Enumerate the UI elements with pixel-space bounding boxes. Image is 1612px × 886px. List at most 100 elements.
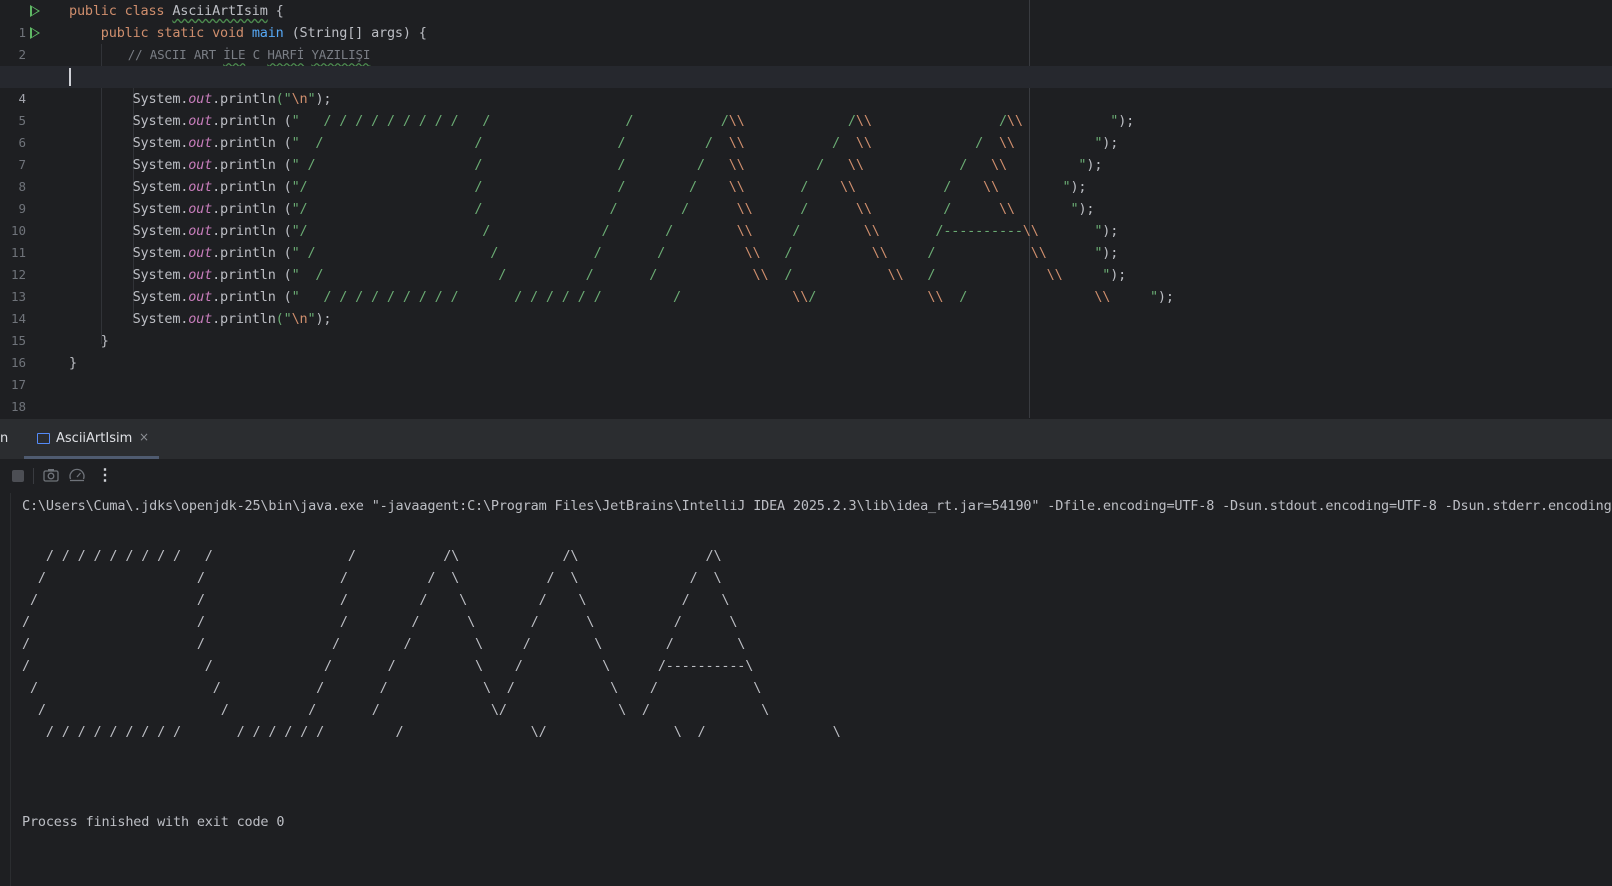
console-output-line: / / / / \ / \ / \ (22, 636, 746, 652)
method-call: .println (212, 311, 276, 327)
code-token: ); (315, 91, 332, 107)
console-output-line: / / / / \/ \ / \ (22, 702, 770, 718)
code-token: ); (1118, 113, 1135, 129)
code-token: ); (1078, 201, 1095, 217)
escape: \n (291, 311, 308, 327)
string: " (1038, 223, 1103, 239)
code-line[interactable]: 3 // ASCII ART İLE C HARFİ YAZILIŞI (0, 44, 1612, 84)
escape: \\ (855, 135, 872, 151)
code-line[interactable]: 14 System.out.println (" / / / / / / / /… (0, 286, 1612, 326)
code-line[interactable]: 6 System.out.println (" / / / / / / / / … (0, 110, 1612, 150)
string: / (744, 113, 856, 129)
method-call: .println ( (212, 289, 292, 305)
method-call: .println (212, 91, 276, 107)
escape: \\ (1022, 223, 1039, 239)
code-token: System. (132, 201, 189, 217)
escape: \\ (728, 157, 745, 173)
console-output-line: / / / / / / / / / / / /\ /\ /\ (22, 548, 722, 564)
run-class-icon[interactable] (30, 5, 40, 17)
code-line[interactable]: 9 System.out.println ("/ / / / \\ / \\ /… (0, 176, 1612, 216)
keyword: void (212, 25, 252, 41)
run-tool-label[interactable]: n (0, 431, 8, 446)
code-editor[interactable]: 1 public class AsciiArtIsim { 2 public s… (0, 0, 1612, 418)
console-output-line: / / / / \ / \ / \ (22, 592, 730, 608)
string: / (760, 245, 872, 261)
profiler-icon[interactable] (67, 465, 87, 485)
string: "/ / / / (291, 223, 737, 239)
escape: \\ (744, 245, 761, 261)
method-call: .println ( (212, 157, 292, 173)
signature: (String[] (283, 25, 372, 41)
comment: İLE (223, 47, 246, 62)
field: out (188, 157, 213, 173)
escape: \\ (1030, 245, 1047, 261)
code-token: System. (132, 157, 189, 173)
string: / (808, 289, 928, 305)
string: / (887, 245, 1031, 261)
code-token: System. (132, 135, 189, 151)
string: / (871, 113, 1007, 129)
string: " (1022, 113, 1119, 129)
comment: C (245, 47, 268, 62)
code-line[interactable]: 17 } (0, 352, 1612, 392)
string: " (1006, 157, 1087, 173)
escape: \\ (998, 135, 1015, 151)
run-main-icon[interactable] (30, 27, 40, 39)
code-line[interactable]: 7 System.out.println (" / / / / \\ / \\ … (0, 132, 1612, 172)
tab-ascii-art-isim[interactable]: AsciiArtIsim × (24, 419, 159, 459)
string: / (903, 267, 1047, 283)
code-line-current[interactable]: 4 (0, 66, 1612, 106)
more-options-icon[interactable]: ⋮ (97, 465, 113, 484)
field: out (188, 113, 213, 129)
code-line[interactable]: 15 System.out.println("\n"); (0, 308, 1612, 348)
method-call: .println ( (212, 113, 292, 129)
console-icon (37, 433, 50, 444)
code-line[interactable]: 2 public static void main (String[] args… (0, 22, 1612, 62)
code-line[interactable]: 18 (0, 374, 1612, 414)
comment: YAZILIŞI (311, 47, 371, 62)
method-call: .println ( (212, 267, 292, 283)
code-line[interactable]: 5 System.out.println("\n"); (0, 88, 1612, 128)
code-token: System. (132, 113, 189, 129)
string: "/ / / / (291, 201, 737, 217)
code-line[interactable]: 1 public class AsciiArtIsim { (0, 0, 1612, 40)
close-icon[interactable]: × (139, 430, 149, 444)
code-line[interactable]: 13 System.out.println (" / / / / \\ / \\… (0, 264, 1612, 304)
field: out (188, 267, 213, 283)
code-token: System. (132, 267, 189, 283)
escape: \\ (1006, 113, 1023, 129)
method-call: .println ( (212, 179, 292, 195)
brace: } (100, 333, 109, 349)
field: out (188, 135, 213, 151)
string: " (1110, 289, 1158, 305)
console-output-line: / / / / \ / \ / \ (22, 570, 722, 586)
keyword: static (156, 25, 213, 41)
escape: \\ (792, 289, 809, 305)
code-line[interactable]: 16 } (0, 330, 1612, 370)
method-call: .println ( (212, 245, 292, 261)
stop-icon[interactable] (12, 470, 24, 482)
code-token: ); (1102, 223, 1119, 239)
camera-icon[interactable] (41, 465, 61, 485)
code-line[interactable]: 12 System.out.println (" / / / / \\ / \\… (0, 242, 1612, 282)
method-name: main (251, 25, 284, 41)
process-finished-message: Process finished with exit code 0 (22, 814, 285, 830)
keyword: public (100, 25, 157, 41)
code-token: System. (132, 245, 189, 261)
code-token: System. (132, 223, 189, 239)
string: / (855, 179, 984, 195)
tab-label: AsciiArtIsim (56, 431, 133, 446)
escape: \\ (752, 267, 769, 283)
brace: } (69, 355, 77, 371)
escape: \n (291, 91, 308, 107)
code-line[interactable]: 8 System.out.println (" / / / / \\ / \\ … (0, 154, 1612, 194)
console-output[interactable]: C:\Users\Cuma\.jdks\openjdk-25\bin\java.… (0, 493, 1612, 886)
code-line[interactable]: 11 System.out.println ("/ / / / \\ / \\ … (0, 220, 1612, 260)
escape: \\ (736, 201, 753, 217)
run-toolbar: ⋮ (0, 459, 1612, 493)
code-line[interactable]: 10 System.out.println ("/ / / / \\ / \\ … (0, 198, 1612, 238)
escape: \\ (1094, 289, 1111, 305)
brace: { (267, 3, 284, 19)
comment: HARFİ (267, 47, 305, 62)
string: /---------- (879, 223, 1023, 239)
